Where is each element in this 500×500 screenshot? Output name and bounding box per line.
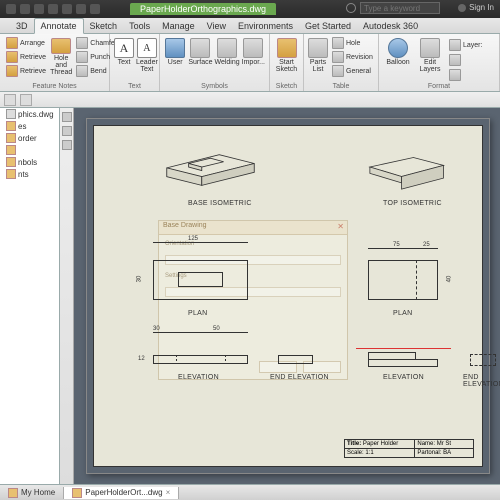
view-end-elevation-1[interactable] bbox=[278, 355, 313, 364]
ribbon-tab-sketch[interactable]: Sketch bbox=[84, 19, 124, 33]
panel-label: Text bbox=[114, 83, 155, 91]
drawing-canvas[interactable]: BASE ISOMETRIC TOP ISOMETRIC Base Drawin… bbox=[60, 108, 500, 484]
dim: 25 bbox=[423, 242, 430, 248]
panel-table: Parts List Hole Revision General Table bbox=[304, 34, 379, 91]
close-icon[interactable]: ✕ bbox=[337, 222, 344, 231]
welding-button[interactable]: Welding bbox=[214, 36, 239, 76]
document-title-tab: PaperHolderOrthographics.dwg bbox=[130, 3, 276, 15]
leader-text-button[interactable]: ALeader Text bbox=[136, 36, 158, 76]
view-end-elevation-2[interactable] bbox=[470, 354, 496, 366]
text-button[interactable]: AText bbox=[114, 36, 134, 76]
retrieve2-button[interactable]: Retrieve bbox=[4, 64, 48, 78]
tab-home[interactable]: My Home bbox=[0, 487, 64, 499]
label-plan: PLAN bbox=[393, 310, 413, 317]
panel-sketch: Start Sketch Sketch bbox=[270, 34, 304, 91]
label-end-elevation: END ELEVATION bbox=[270, 374, 329, 381]
ribbon-tab-3d[interactable]: 3D bbox=[10, 19, 34, 33]
surface-button[interactable]: Surface bbox=[188, 36, 212, 76]
balloon-button[interactable]: Balloon bbox=[383, 36, 413, 76]
selection-highlight bbox=[356, 348, 451, 349]
label-base-iso: BASE ISOMETRIC bbox=[188, 200, 252, 207]
panel-label: Table bbox=[308, 83, 374, 91]
browser-node[interactable]: nbols bbox=[0, 156, 59, 168]
label-plan: PLAN bbox=[188, 310, 208, 317]
dim: 30 bbox=[136, 276, 142, 283]
plan-slot bbox=[178, 272, 223, 287]
panel-feature-notes: Arrange Retrieve Retrieve Hole and Threa… bbox=[0, 34, 110, 91]
ribbon: Arrange Retrieve Retrieve Hole and Threa… bbox=[0, 34, 500, 92]
view-toolbar[interactable] bbox=[60, 108, 74, 484]
search-icon bbox=[346, 3, 356, 13]
tab-document[interactable]: PaperHolderOrt...dwg× bbox=[64, 487, 179, 499]
search-input[interactable] bbox=[360, 2, 440, 14]
panel-symbols: User Surface Welding Impor... Symbols bbox=[160, 34, 270, 91]
arrange-button[interactable]: Arrange bbox=[4, 36, 48, 50]
label-end-elevation: END ELEVATION bbox=[463, 374, 500, 388]
view-elevation-2a[interactable] bbox=[368, 352, 416, 359]
panel-format: Balloon Edit Layers Layer: Format bbox=[379, 34, 500, 91]
parts-list-button[interactable]: Parts List bbox=[308, 36, 328, 76]
dim: 12 bbox=[138, 356, 145, 362]
label-top-iso: TOP ISOMETRIC bbox=[383, 200, 442, 207]
layer-dropdown[interactable]: Layer: bbox=[447, 38, 484, 52]
revision-button[interactable]: Revision bbox=[330, 50, 375, 64]
general-button[interactable]: General bbox=[330, 64, 375, 78]
format-row3[interactable] bbox=[447, 68, 484, 82]
view-elevation-2b[interactable] bbox=[368, 359, 438, 367]
ribbon-tab-getstarted[interactable]: Get Started bbox=[299, 19, 357, 33]
document-tabs: My Home PaperHolderOrt...dwg× bbox=[0, 484, 500, 500]
hole-thread-button[interactable]: Hole and Thread bbox=[50, 36, 72, 76]
panel-label: Feature Notes bbox=[4, 83, 105, 91]
drawing-sheet: BASE ISOMETRIC TOP ISOMETRIC Base Drawin… bbox=[86, 118, 490, 474]
panel-label: Format bbox=[383, 83, 495, 91]
browser-root[interactable]: phics.dwg bbox=[0, 108, 59, 120]
ribbon-tab-strip: 3D Annotate Sketch Tools Manage View Env… bbox=[0, 18, 500, 34]
browser-node[interactable]: es bbox=[0, 120, 59, 132]
panel-label: Sketch bbox=[274, 83, 299, 91]
model-browser[interactable]: phics.dwg es order nbols nts bbox=[0, 108, 60, 484]
panel-text: AText ALeader Text Text bbox=[110, 34, 160, 91]
close-icon[interactable]: × bbox=[166, 488, 171, 497]
ribbon-tab-tools[interactable]: Tools bbox=[123, 19, 156, 33]
titlebar: PaperHolderOrthographics.dwg Sign In bbox=[0, 0, 500, 18]
edit-layers-button[interactable]: Edit Layers bbox=[415, 36, 445, 76]
hole-table-button[interactable]: Hole bbox=[330, 36, 375, 50]
dialog-title: Base Drawing bbox=[159, 221, 347, 235]
quick-access-toolbar[interactable] bbox=[0, 4, 106, 14]
plan-dashline bbox=[416, 260, 438, 300]
view-elevation-1[interactable] bbox=[153, 355, 248, 364]
quick-toolbar[interactable] bbox=[0, 92, 500, 108]
ribbon-tab-manage[interactable]: Manage bbox=[156, 19, 201, 33]
title-block: Title: Paper HolderName: Mr St Scale: 1:… bbox=[344, 439, 474, 458]
view-top-isometric[interactable] bbox=[358, 142, 453, 192]
ribbon-tab-environments[interactable]: Environments bbox=[232, 19, 299, 33]
browser-node[interactable]: order bbox=[0, 132, 59, 144]
dim: 40 bbox=[446, 276, 452, 283]
format-row2[interactable] bbox=[447, 53, 484, 67]
browser-node[interactable]: nts bbox=[0, 168, 59, 180]
browser-node[interactable] bbox=[0, 144, 59, 156]
help-search[interactable] bbox=[346, 2, 440, 14]
main-area: phics.dwg es order nbols nts BAS bbox=[0, 108, 500, 484]
ribbon-tab-view[interactable]: View bbox=[201, 19, 232, 33]
view-base-isometric[interactable] bbox=[158, 136, 263, 191]
retrieve-button[interactable]: Retrieve bbox=[4, 50, 48, 64]
ribbon-tab-a360[interactable]: Autodesk 360 bbox=[357, 19, 424, 33]
label-elevation: ELEVATION bbox=[383, 374, 424, 381]
import-button[interactable]: Impor... bbox=[242, 36, 265, 76]
panel-label: Symbols bbox=[164, 83, 265, 91]
label-elevation: ELEVATION bbox=[178, 374, 219, 381]
ribbon-tab-annotate[interactable]: Annotate bbox=[34, 18, 84, 34]
user-symbol-button[interactable]: User bbox=[164, 36, 186, 76]
start-sketch-button[interactable]: Start Sketch bbox=[274, 36, 299, 76]
signin-link[interactable]: Sign In bbox=[458, 3, 494, 12]
